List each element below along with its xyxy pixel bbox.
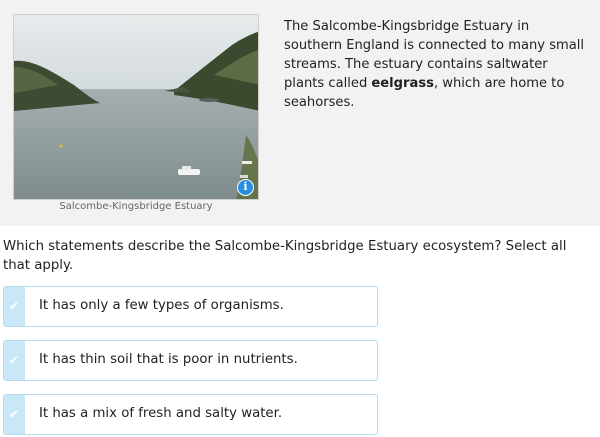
question-prompt: Which statements describe the Salcombe-K… (3, 239, 567, 273)
choice-label: It has thin soil that is poor in nutrien… (39, 352, 298, 367)
passage-panel: i Salcombe-Kingsbridge Estuary The Salco… (0, 0, 600, 226)
photo-caption: Salcombe-Kingsbridge Estuary (59, 201, 213, 212)
choice-3[interactable]: ✔ It has a mix of fresh and salty water. (3, 394, 378, 435)
check-icon: ✔ (9, 353, 20, 367)
choice-2[interactable]: ✔ It has thin soil that is poor in nutri… (3, 340, 378, 381)
choice-1[interactable]: ✔ It has only a few types of organisms. (3, 286, 378, 327)
choice-checkbox[interactable]: ✔ (4, 395, 25, 434)
info-icon[interactable]: i (237, 179, 254, 196)
estuary-photo: i (13, 14, 259, 200)
estuary-photo-image (14, 15, 258, 199)
choice-label: It has only a few types of organisms. (39, 298, 284, 313)
choice-checkbox[interactable]: ✔ (4, 341, 25, 380)
choice-checkbox[interactable]: ✔ (4, 287, 25, 326)
passage-text: The Salcombe-Kingsbridge Estuary in sout… (284, 17, 586, 112)
choice-label: It has a mix of fresh and salty water. (39, 406, 283, 421)
check-icon: ✔ (9, 407, 20, 421)
passage-text-bold: eelgrass (371, 76, 434, 91)
check-icon: ✔ (9, 299, 20, 313)
